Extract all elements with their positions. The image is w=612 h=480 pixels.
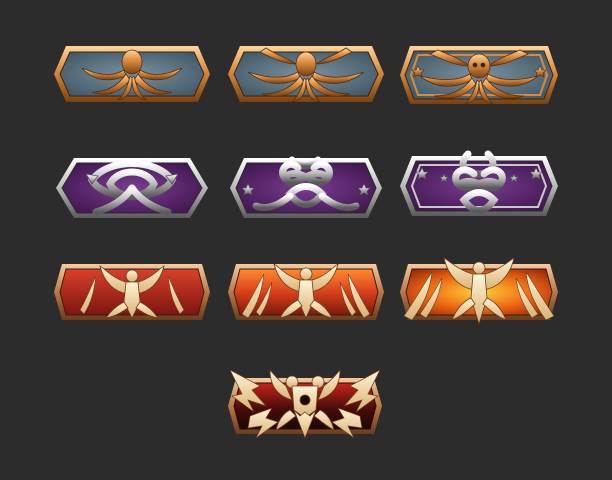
badge-sheet [0,0,612,480]
serpent-badge-tier-1 [56,158,208,218]
phoenix-badge-tier-3 [400,257,558,326]
octopus-badge-tier-1 [54,46,210,102]
eagle-badge-tier-4 [228,369,382,440]
serpent-badge-tier-2 [230,156,382,218]
phoenix-badge-tier-2 [228,263,384,320]
octopus-badge-tier-3 [400,46,558,105]
serpent-badge-tier-3 [400,150,558,224]
phoenix-badge-tier-1 [54,264,210,320]
octopus-badge-tier-2 [228,46,384,103]
